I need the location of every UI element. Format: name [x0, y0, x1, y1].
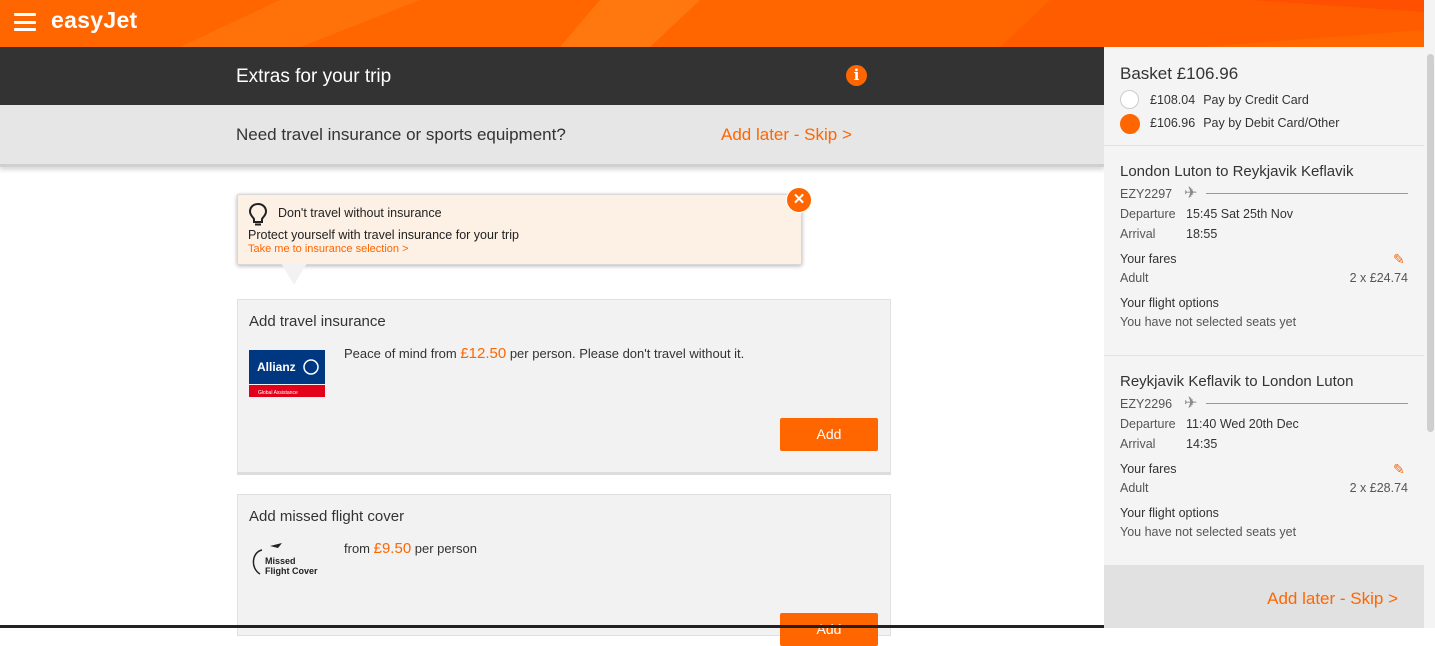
passenger-type: Adult [1120, 271, 1149, 285]
svg-text:Missed: Missed [265, 556, 296, 566]
insurance-price: £12.50 [460, 345, 507, 362]
edit-pencil-icon[interactable]: ✎ [1393, 461, 1405, 478]
insurance-tooltip: Don't travel without insurance Protect y… [237, 194, 802, 265]
tooltip-pointer [281, 263, 307, 285]
travel-insurance-card: Add travel insurance Allianz Global Assi… [237, 299, 891, 475]
page-title: Extras for your trip [236, 66, 392, 87]
svg-text:Flight Cover: Flight Cover [265, 566, 318, 576]
departure-label: Departure [1120, 207, 1176, 221]
header-swoosh-graphic [180, 0, 1424, 47]
flight-options-label: Your flight options [1120, 296, 1219, 310]
lightbulb-icon [248, 202, 268, 226]
card-title: Add travel insurance [249, 313, 386, 330]
flight-path-line [1206, 193, 1408, 194]
scrollbar-thumb[interactable] [1427, 54, 1434, 432]
allianz-logo: Allianz Global Assistance [249, 350, 325, 397]
flight-route: Reykjavik Keflavik to London Luton [1120, 373, 1354, 390]
credit-card-option[interactable]: £108.04 Pay by Credit Card [1150, 93, 1309, 107]
divider [1104, 145, 1424, 146]
flight-options-label: Your flight options [1120, 506, 1219, 520]
basket-footer: Add later - Skip > [1104, 565, 1424, 628]
debit-card-radio[interactable] [1120, 114, 1140, 134]
missed-flight-cover-logo: Missed Flight Cover [252, 543, 318, 576]
missed-flight-price: £9.50 [373, 540, 412, 557]
flight-route: London Luton to Reykjavik Keflavik [1120, 163, 1354, 180]
add-later-skip-link[interactable]: Add later - Skip > [1267, 589, 1398, 609]
add-later-skip-link[interactable]: Add later - Skip > [721, 125, 852, 145]
arrival-label: Arrival [1120, 227, 1156, 241]
missed-flight-cover-card: Add missed flight cover Missed Flight Co… [237, 494, 891, 646]
fares-label: Your fares [1120, 462, 1177, 476]
tooltip-headline: Don't travel without insurance [278, 206, 442, 220]
flight-number: EZY2296 [1120, 397, 1173, 411]
divider [1104, 355, 1424, 356]
credit-card-radio[interactable] [1120, 90, 1139, 109]
svg-text:Allianz: Allianz [257, 360, 296, 374]
easyjet-logo[interactable]: easyJet [51, 7, 138, 34]
debit-card-option[interactable]: £106.96 Pay by Debit Card/Other [1150, 116, 1339, 130]
add-insurance-button[interactable]: Add [780, 418, 878, 451]
flight-number: EZY2297 [1120, 187, 1173, 201]
card-title: Add missed flight cover [249, 508, 405, 525]
plane-icon: ✈ [1184, 185, 1198, 202]
basket-sidebar: Basket £106.96 £108.04 Pay by Credit Card… [1104, 47, 1424, 628]
fare-amount: 2 x £28.74 [1349, 481, 1408, 495]
tooltip-body: Protect yourself with travel insurance f… [248, 228, 519, 242]
info-icon[interactable]: i [846, 65, 867, 86]
arrival-time: 18:55 [1186, 227, 1218, 241]
edit-pencil-icon[interactable]: ✎ [1393, 251, 1405, 268]
top-navigation-bar: easyJet [0, 0, 1424, 47]
insurance-description: Peace of mind from £12.50 per person. Pl… [344, 345, 745, 362]
seat-status: You have not selected seats yet [1120, 315, 1297, 329]
seat-status: You have not selected seats yet [1120, 525, 1297, 539]
insurance-selection-link[interactable]: Take me to insurance selection > [248, 243, 409, 255]
departure-label: Departure [1120, 417, 1176, 431]
flight-path-line [1206, 403, 1408, 404]
close-icon[interactable]: ✕ [786, 187, 812, 213]
basket-total: Basket £106.96 [1120, 64, 1239, 83]
arrival-time: 14:35 [1186, 437, 1218, 451]
add-missed-flight-button[interactable]: Add [780, 613, 878, 646]
arrival-label: Arrival [1120, 437, 1156, 451]
insurance-prompt-bar: Need travel insurance or sports equipmen… [0, 105, 1104, 167]
passenger-type: Adult [1120, 481, 1149, 495]
fares-label: Your fares [1120, 252, 1177, 266]
departure-time: 11:40 Wed 20th Dec [1186, 417, 1299, 431]
plane-icon: ✈ [1184, 395, 1198, 412]
fare-amount: 2 x £24.74 [1349, 271, 1408, 285]
departure-time: 15:45 Sat 25th Nov [1186, 207, 1294, 221]
missed-flight-description: from £9.50 per person [344, 540, 477, 557]
page-title-bar: Extras for your trip i [0, 47, 1104, 105]
insurance-question: Need travel insurance or sports equipmen… [236, 125, 566, 144]
menu-icon[interactable] [14, 13, 36, 31]
svg-text:Global Assistance: Global Assistance [258, 390, 298, 396]
